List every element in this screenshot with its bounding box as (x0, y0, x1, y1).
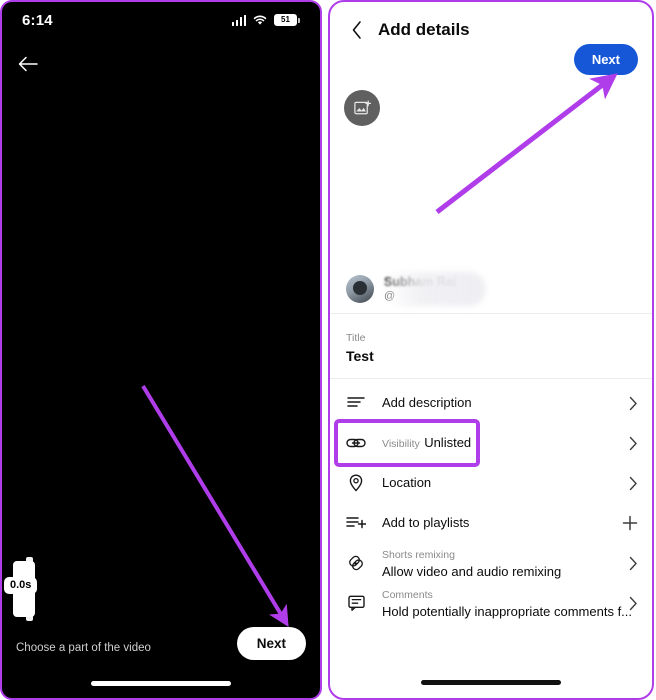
option-row-location[interactable]: Location (330, 463, 652, 503)
next-button-right[interactable]: Next (573, 44, 638, 75)
back-arrow-icon[interactable] (12, 48, 44, 80)
chevron-right-icon (620, 596, 638, 611)
handle-blur-overlay (382, 272, 486, 306)
description-icon (344, 396, 368, 410)
profile-text: Subham Rai @ (382, 272, 486, 306)
plus-icon[interactable] (620, 515, 638, 531)
cellular-signal-icon (231, 14, 246, 26)
chevron-right-icon (620, 396, 638, 411)
option-text: Visibility Unlisted (382, 434, 620, 452)
status-clock: 6:14 (22, 11, 53, 29)
option-sublabel: Comments (382, 589, 433, 601)
chevron-right-icon (620, 476, 638, 491)
option-label: Allow video and audio remixing (382, 564, 562, 579)
home-indicator-left (91, 681, 231, 686)
title-field[interactable]: Title Test (330, 322, 652, 379)
option-text: Add description (382, 394, 620, 412)
video-trimmer[interactable]: 0.0s (4, 555, 52, 623)
option-row-shorts-remixing[interactable]: Shorts remixing Allow video and audio re… (330, 543, 652, 583)
option-label: Hold potentially inappropriate comments … (382, 604, 633, 619)
battery-level: 51 (281, 15, 290, 24)
option-label: Add description (382, 395, 472, 410)
left-phone-panel: 6:14 51 0.0s Choose a part of the video … (0, 0, 322, 700)
option-row-add-description[interactable]: Add description (330, 383, 652, 423)
add-thumbnail-icon[interactable] (344, 90, 380, 126)
option-row-visibility[interactable]: Visibility Unlisted (330, 423, 652, 463)
trim-hint-text: Choose a part of the video (16, 642, 151, 654)
trim-duration-label: 0.0s (4, 577, 38, 594)
option-sublabel: Shorts remixing (382, 549, 455, 561)
avatar (346, 274, 374, 303)
chevron-right-icon (620, 436, 638, 451)
battery-icon: 51 (274, 14, 300, 26)
profile-row[interactable]: Subham Rai @ (330, 264, 652, 314)
wifi-icon (253, 15, 267, 26)
option-label: Add to playlists (382, 515, 470, 530)
option-row-add-to-playlists[interactable]: Add to playlists (330, 503, 652, 543)
link-icon (344, 437, 368, 449)
title-field-label: Title (346, 332, 366, 344)
option-label: Unlisted (424, 435, 472, 450)
options-list: Add description Visibility Unlisted Loca… (330, 383, 652, 623)
shorts-remix-icon (344, 554, 368, 572)
option-row-comments[interactable]: Comments Hold potentially inappropriate … (330, 583, 652, 623)
playlist-add-icon (344, 516, 368, 530)
home-indicator-right (421, 680, 561, 685)
option-label: Location (382, 475, 432, 490)
option-text: Add to playlists (382, 514, 620, 532)
next-button-left[interactable]: Next (236, 627, 306, 660)
chevron-right-icon (620, 556, 638, 571)
status-indicators: 51 (231, 14, 300, 26)
status-bar: 6:14 51 (2, 2, 320, 38)
right-phone-panel: Add details Next Subham Rai @ Title Test (328, 0, 654, 700)
comment-icon (344, 595, 368, 611)
option-sublabel: Visibility (382, 438, 420, 450)
option-text: Comments Hold potentially inappropriate … (382, 585, 632, 621)
page-title: Add details (378, 20, 470, 39)
option-text: Location (382, 474, 620, 492)
option-text: Shorts remixing Allow video and audio re… (382, 545, 620, 581)
title-field-value: Test (346, 348, 374, 364)
location-pin-icon (344, 474, 368, 492)
chevron-left-icon[interactable] (344, 17, 370, 43)
screenshot-stage: 6:14 51 0.0s Choose a part of the video … (0, 0, 656, 700)
